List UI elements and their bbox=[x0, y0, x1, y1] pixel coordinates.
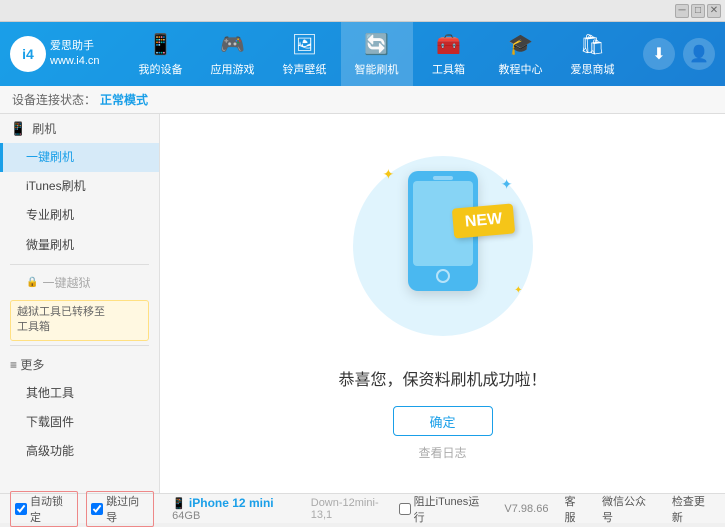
check-update-link[interactable]: 检查更新 bbox=[672, 493, 715, 525]
user-button[interactable]: 👤 bbox=[683, 38, 715, 70]
main-content: ✦ ✦ ✦ NEW 恭喜您，保资料刷机成功啦！ 确定 查看日志 bbox=[160, 114, 725, 493]
auto-lock-checkbox-item[interactable]: 自动锁定 bbox=[10, 491, 78, 527]
sparkle-icon-3: ✦ bbox=[514, 285, 522, 296]
logo-subtitle: 爱思助手 www.i4.cn bbox=[50, 39, 100, 70]
apps-icon: 🎮 bbox=[220, 32, 245, 57]
sidebar-item-advanced[interactable]: 高级功能 bbox=[0, 437, 159, 466]
bottom-bar: 自动锁定 跳过向导 📱 iPhone 12 mini 64GB Down-12m… bbox=[0, 493, 725, 523]
nav-label-toolbox: 工具箱 bbox=[432, 61, 465, 77]
main-layout: 📱 刷机 一键刷机 iTunes刷机 专业刷机 微量刷机 🔒 一键越狱 越狱工具… bbox=[0, 114, 725, 493]
phone-illustration: ✦ ✦ ✦ NEW bbox=[343, 146, 543, 346]
customer-service-link[interactable]: 客服 bbox=[564, 493, 586, 525]
mall-icon: 🛍 bbox=[580, 32, 605, 57]
confirm-button[interactable]: 确定 bbox=[393, 406, 493, 436]
version-label: V7.98.66 bbox=[504, 503, 548, 515]
nav-item-wallpaper[interactable]: 🖼 铃声壁纸 bbox=[269, 22, 341, 86]
lock-icon: 🔒 bbox=[26, 277, 38, 288]
new-badge: NEW bbox=[451, 203, 515, 238]
nav-label-wallpaper: 铃声壁纸 bbox=[283, 61, 327, 77]
auto-lock-checkbox[interactable] bbox=[15, 503, 27, 515]
sidebar-item-itunes[interactable]: iTunes刷机 bbox=[0, 172, 159, 201]
bottom-left: 自动锁定 跳过向导 📱 iPhone 12 mini 64GB Down-12m… bbox=[10, 491, 399, 527]
flash-section-label: 刷机 bbox=[32, 120, 56, 137]
sidebar-item-other-tools[interactable]: 其他工具 bbox=[0, 379, 159, 408]
device-storage-value: 64GB bbox=[172, 510, 200, 522]
bottom-right: 阻止iTunes运行 V7.98.66 客服 微信公众号 检查更新 bbox=[399, 493, 715, 525]
nav-item-toolbox[interactable]: 🧰 工具箱 bbox=[413, 22, 485, 86]
tutorial-icon: 🎓 bbox=[508, 32, 533, 57]
phone-speaker bbox=[433, 176, 453, 180]
status-value: 正常模式 bbox=[100, 91, 148, 108]
sidebar-item-micro-flash[interactable]: 微量刷机 bbox=[0, 231, 159, 260]
device-info: 📱 iPhone 12 mini 64GB bbox=[172, 496, 303, 522]
header: i4 爱思助手 www.i4.cn 📱 我的设备 🎮 应用游戏 🖼 铃声壁纸 🔄… bbox=[0, 22, 725, 86]
nav-items: 📱 我的设备 🎮 应用游戏 🖼 铃声壁纸 🔄 智能刷机 🧰 工具箱 🎓 教程中心… bbox=[110, 22, 643, 86]
nav-item-apps[interactable]: 🎮 应用游戏 bbox=[197, 22, 269, 86]
nav-label-tutorial: 教程中心 bbox=[499, 61, 543, 77]
title-bar: ─ □ ✕ bbox=[0, 0, 725, 22]
logo-text: i4 bbox=[22, 46, 34, 62]
wallpaper-icon: 🖼 bbox=[292, 32, 317, 57]
sidebar-item-pro-flash[interactable]: 专业刷机 bbox=[0, 201, 159, 230]
sidebar-divider-2 bbox=[10, 345, 149, 346]
stop-itunes-label: 阻止iTunes运行 bbox=[414, 493, 489, 525]
toolbox-icon: 🧰 bbox=[436, 32, 461, 57]
stop-itunes-checkbox[interactable] bbox=[399, 503, 411, 515]
sparkle-icon-2: ✦ bbox=[501, 176, 513, 193]
maximize-button[interactable]: □ bbox=[691, 4, 705, 18]
status-label: 设备连接状态： bbox=[12, 91, 96, 108]
flash-section-icon: 📱 bbox=[10, 121, 26, 137]
minimize-button[interactable]: ─ bbox=[675, 4, 689, 18]
nav-item-tutorial[interactable]: 🎓 教程中心 bbox=[485, 22, 557, 86]
skip-wizard-checkbox-item[interactable]: 跳过向导 bbox=[86, 491, 154, 527]
nav-item-mall[interactable]: 🛍 爱思商城 bbox=[557, 22, 629, 86]
logo-area: i4 爱思助手 www.i4.cn bbox=[10, 36, 110, 72]
sparkle-icon-1: ✦ bbox=[383, 166, 395, 183]
device-icon: 📱 bbox=[172, 498, 186, 510]
sidebar: 📱 刷机 一键刷机 iTunes刷机 专业刷机 微量刷机 🔒 一键越狱 越狱工具… bbox=[0, 114, 160, 493]
phone-home-button bbox=[436, 269, 450, 283]
device-model: Down-12mini-13,1 bbox=[311, 497, 399, 521]
download-button[interactable]: ⬇ bbox=[643, 38, 675, 70]
nav-label-my-device: 我的设备 bbox=[139, 61, 183, 77]
nav-label-apps: 应用游戏 bbox=[211, 61, 255, 77]
smart-flash-icon: 🔄 bbox=[364, 32, 389, 57]
success-title: 恭喜您，保资料刷机成功啦！ bbox=[338, 366, 546, 390]
more-section-label: ≡ 更多 bbox=[10, 356, 44, 373]
logo-icon: i4 bbox=[10, 36, 46, 72]
sidebar-item-one-click[interactable]: 一键刷机 bbox=[0, 143, 159, 172]
header-right: ⬇ 👤 bbox=[643, 38, 715, 70]
sidebar-divider-1 bbox=[10, 264, 149, 265]
auto-lock-label: 自动锁定 bbox=[30, 493, 73, 525]
skip-wizard-label: 跳过向导 bbox=[106, 493, 149, 525]
wechat-public-link[interactable]: 微信公众号 bbox=[602, 493, 656, 525]
stop-itunes[interactable]: 阻止iTunes运行 bbox=[399, 493, 489, 525]
flash-section-header[interactable]: 📱 刷机 bbox=[0, 114, 159, 143]
nav-item-my-device[interactable]: 📱 我的设备 bbox=[125, 22, 197, 86]
nav-label-mall: 爱思商城 bbox=[571, 61, 615, 77]
back-to-log-link[interactable]: 查看日志 bbox=[418, 444, 466, 461]
my-device-icon: 📱 bbox=[148, 32, 173, 57]
status-bar: 设备连接状态： 正常模式 bbox=[0, 86, 725, 114]
more-section-header[interactable]: ≡ 更多 bbox=[0, 350, 159, 379]
sidebar-notice: 越狱工具已转移至工具箱 bbox=[10, 300, 149, 341]
nav-item-smart-flash[interactable]: 🔄 智能刷机 bbox=[341, 22, 413, 86]
skip-wizard-checkbox[interactable] bbox=[91, 503, 103, 515]
sidebar-item-download-fw[interactable]: 下载固件 bbox=[0, 408, 159, 437]
sidebar-item-jailbreak-disabled: 🔒 一键越狱 bbox=[0, 269, 159, 296]
nav-label-smart-flash: 智能刷机 bbox=[355, 61, 399, 77]
device-name: iPhone 12 mini bbox=[189, 496, 274, 510]
close-button[interactable]: ✕ bbox=[707, 4, 721, 18]
